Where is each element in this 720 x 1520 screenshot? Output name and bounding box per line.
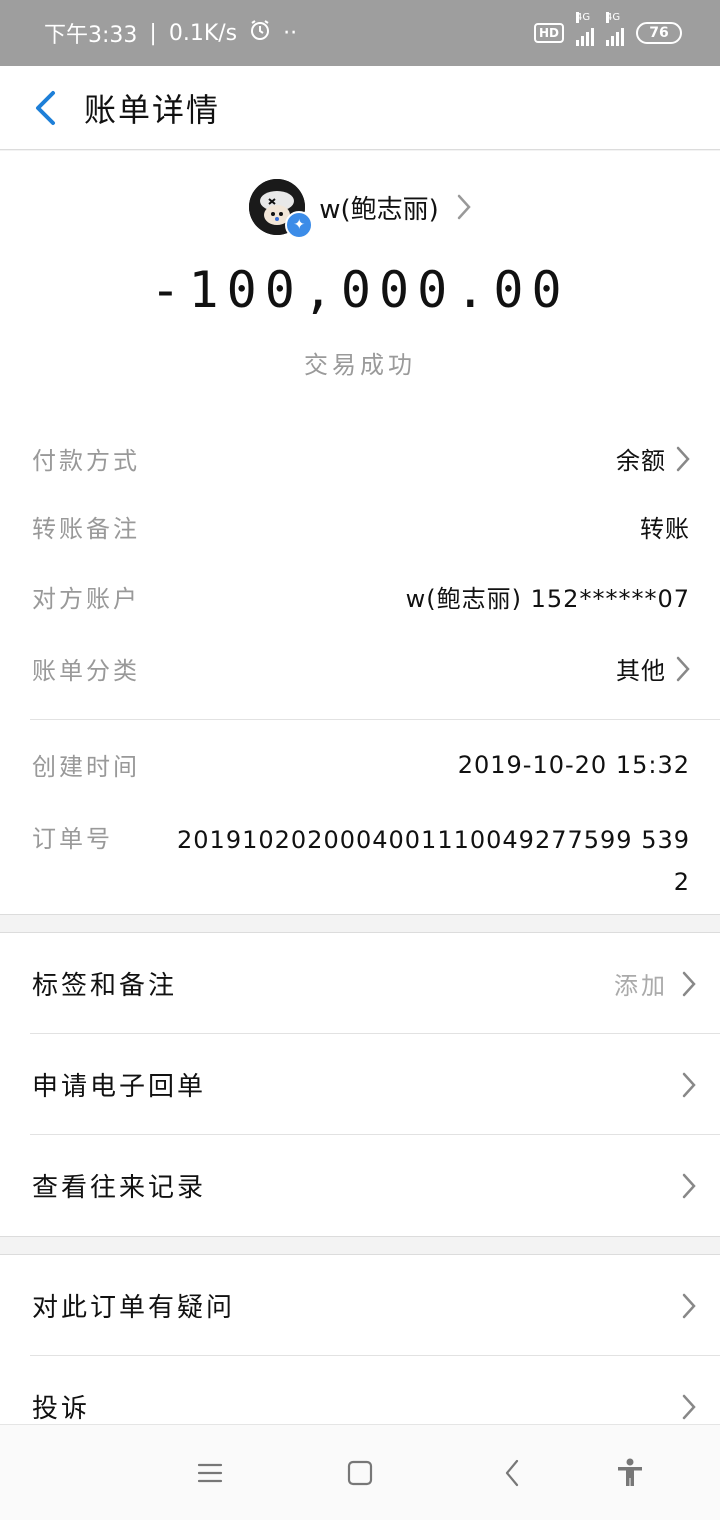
- add-action-text: 添加: [614, 972, 668, 1000]
- question-right: [668, 1293, 696, 1319]
- chevron-right-icon: [682, 1293, 696, 1318]
- counterparty-account-row: 对方账户 w(鲍志丽) 152******07: [32, 579, 690, 614]
- status-bar-left: 下午3:33 | 0.1K/s ··: [44, 17, 297, 49]
- order-number-value: 2019102020004001110049277599 5392: [177, 826, 690, 896]
- counterparty-account-value: w(鲍志丽) 152******07: [405, 585, 690, 613]
- accessibility-button[interactable]: [590, 1425, 670, 1520]
- payment-method-label: 付款方式: [32, 447, 140, 475]
- tags-notes-label: 标签和备注: [32, 971, 178, 1001]
- created-time-label: 创建时间: [32, 753, 140, 781]
- payment-method-row[interactable]: 付款方式 余额: [32, 441, 690, 476]
- actions-group-2: 对此订单有疑问 投诉: [0, 1254, 720, 1424]
- e-receipt-right: [668, 1072, 696, 1098]
- hd-icon: HD: [533, 23, 564, 43]
- header: 账单详情: [0, 66, 720, 150]
- detail-divider: [30, 719, 720, 720]
- payee-name: w(鲍志丽): [319, 194, 439, 225]
- payment-method-value-wrap: 余额: [616, 441, 690, 476]
- transfer-note-row: 转账备注 转账: [32, 509, 690, 544]
- bill-category-value-wrap: 其他: [616, 651, 690, 686]
- chevron-right-icon: [676, 656, 690, 681]
- system-nav-bar: [0, 1424, 720, 1520]
- home-button[interactable]: [320, 1425, 400, 1520]
- e-receipt-label: 申请电子回单: [32, 1072, 207, 1102]
- bill-category-value: 其他: [616, 657, 666, 685]
- transfer-note-value: 转账: [640, 515, 690, 543]
- back-button[interactable]: [0, 66, 90, 150]
- transaction-status: 交易成功: [304, 351, 416, 379]
- complaint-label: 投诉: [32, 1394, 91, 1424]
- order-number-label: 订单号: [32, 825, 113, 853]
- complaint-row[interactable]: 投诉: [0, 1356, 720, 1424]
- chevron-right-icon: [682, 1394, 696, 1419]
- signal-icon-1: 4G: [576, 12, 594, 46]
- network-type-1: 4G: [576, 12, 591, 23]
- question-row[interactable]: 对此订单有疑问: [0, 1255, 720, 1356]
- e-receipt-row[interactable]: 申请电子回单: [0, 1034, 720, 1135]
- alarm-icon: [249, 19, 271, 47]
- tags-notes-row[interactable]: 标签和备注 添加: [0, 933, 720, 1034]
- status-speed: 0.1K/s: [168, 20, 238, 46]
- page-title: 账单详情: [84, 90, 221, 129]
- status-time: 下午3:33: [44, 23, 138, 48]
- home-icon: [347, 1460, 373, 1486]
- bill-category-label: 账单分类: [32, 657, 140, 685]
- history-label: 查看往来记录: [32, 1173, 207, 1203]
- complaint-right: [668, 1394, 696, 1420]
- screen: 下午3:33 | 0.1K/s ·· HD 4G 4G 76 账单详情 ✦ w(…: [0, 0, 720, 1520]
- actions-group-1: 标签和备注 添加 申请电子回单 查看往来记录: [0, 932, 720, 1237]
- created-time-value: 2019-10-20 15:32: [457, 750, 690, 779]
- accessibility-icon: [618, 1458, 642, 1486]
- history-row[interactable]: 查看往来记录: [0, 1135, 720, 1236]
- status-bar-right: HD 4G 4G 76: [533, 12, 682, 46]
- network-type-2: 4G: [606, 12, 621, 23]
- menu-button[interactable]: [170, 1425, 250, 1520]
- chevron-left-icon: [36, 90, 55, 125]
- chevron-right-icon: [682, 1072, 696, 1097]
- amount: -100,000.00: [150, 261, 570, 319]
- avatar: ✦: [249, 179, 314, 239]
- menu-icon: [197, 1463, 223, 1483]
- chevron-right-icon: [682, 971, 696, 996]
- tags-notes-right: 添加: [614, 966, 696, 1001]
- status-divider: |: [149, 20, 157, 46]
- chevron-right-icon: [676, 446, 690, 471]
- payee-link[interactable]: ✦ w(鲍志丽): [0, 179, 720, 239]
- transfer-note-label: 转账备注: [32, 515, 140, 543]
- more-dots-icon: ··: [283, 20, 298, 46]
- counterparty-account-label: 对方账户: [32, 585, 140, 613]
- battery-icon: 76: [636, 22, 682, 44]
- payment-method-value: 余额: [616, 447, 666, 475]
- status-bar: 下午3:33 | 0.1K/s ·· HD 4G 4G 76: [0, 0, 720, 66]
- verified-badge-icon: ✦: [285, 211, 314, 239]
- chevron-right-icon: [457, 194, 471, 220]
- battery-level: 76: [649, 25, 669, 41]
- bill-summary: ✦ w(鲍志丽) -100,000.00 交易成功 付款方式 余额 转账备注 转…: [0, 151, 720, 915]
- question-label: 对此订单有疑问: [32, 1293, 236, 1323]
- history-right: [668, 1173, 696, 1199]
- created-time-row: 创建时间 2019-10-20 15:32: [32, 747, 690, 782]
- nav-back-button[interactable]: [472, 1425, 552, 1520]
- back-icon: [505, 1459, 519, 1487]
- bill-category-row[interactable]: 账单分类 其他: [32, 651, 690, 686]
- signal-icon-2: 4G: [606, 12, 624, 46]
- chevron-right-icon: [682, 1173, 696, 1198]
